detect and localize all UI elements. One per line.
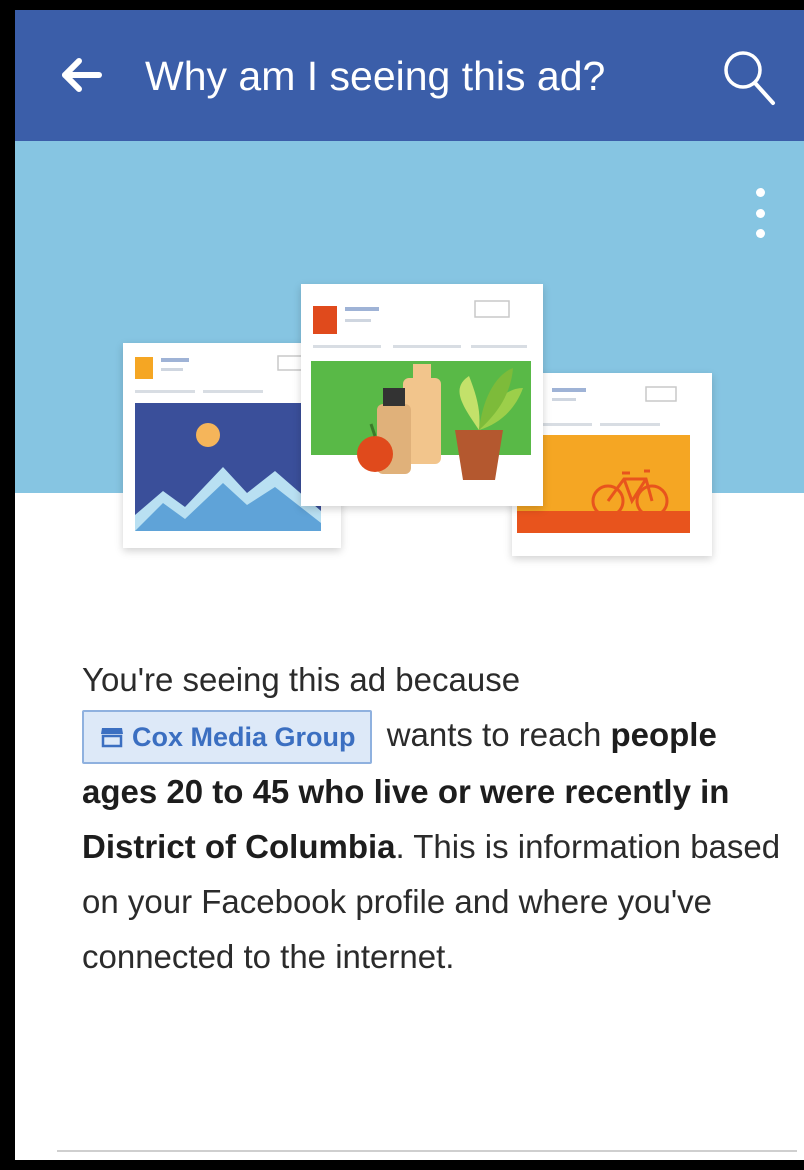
back-button[interactable] (57, 50, 107, 100)
divider (57, 1150, 797, 1152)
search-icon (724, 51, 775, 105)
wants-text: wants to reach (386, 716, 602, 753)
grocery-image-icon (311, 300, 531, 480)
ad-card-center (301, 284, 543, 506)
ad-cards-illustration (15, 141, 804, 601)
page-title: Why am I seeing this ad? (145, 53, 606, 99)
ad-explanation-screen: Why am I seeing this ad? You're seeing t… (15, 10, 804, 1160)
arrow-left-icon (62, 58, 102, 92)
ad-explanation-text: You're seeing this ad because Cox Media … (82, 652, 782, 984)
search-button[interactable] (721, 46, 781, 106)
top-app-bar: Why am I seeing this ad? (15, 10, 804, 141)
intro-text: You're seeing this ad because (82, 661, 521, 698)
advertiser-link[interactable]: Cox Media Group (82, 710, 372, 765)
storefront-icon (101, 728, 123, 748)
advertiser-name: Cox Media Group (132, 722, 356, 753)
